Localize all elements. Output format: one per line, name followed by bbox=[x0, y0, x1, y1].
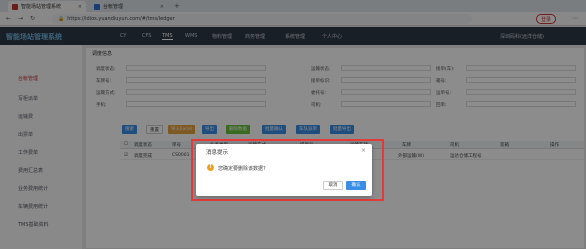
close-icon[interactable]: × bbox=[361, 147, 366, 154]
dialog-title: 消息提示 bbox=[206, 150, 229, 156]
warning-icon: ! bbox=[207, 164, 214, 171]
confirm-button[interactable]: 确认 bbox=[346, 181, 366, 190]
dialog-message: 您确定要删除该数据? bbox=[218, 166, 266, 172]
modal-overlay[interactable] bbox=[0, 0, 586, 249]
cancel-button[interactable]: 取消 bbox=[323, 181, 343, 190]
confirm-dialog: 消息提示 × ! 您确定要删除该数据? 取消 确认 bbox=[196, 144, 372, 196]
